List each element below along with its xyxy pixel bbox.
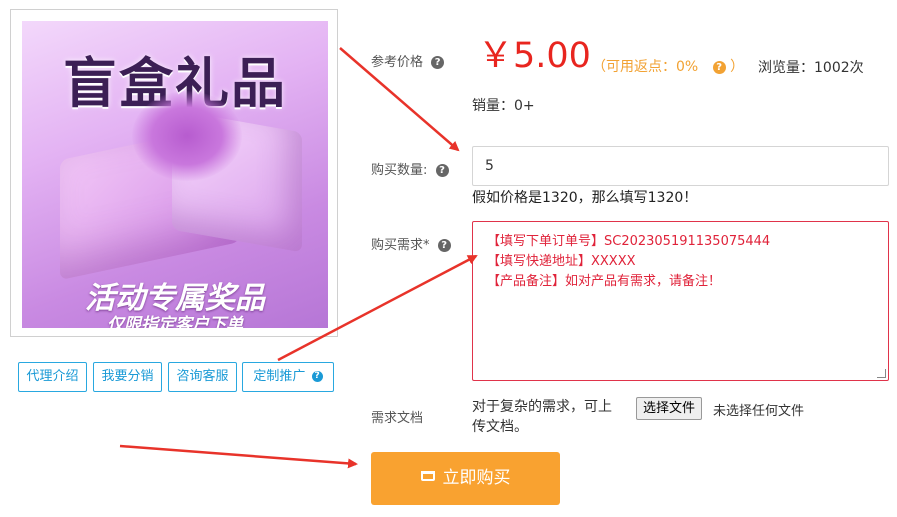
quantity-input[interactable]: 5 (472, 146, 889, 186)
view-count: 浏览量：1002次 (758, 60, 864, 76)
quantity-label: 购买数量: (371, 163, 428, 178)
distribution-button[interactable]: 我要分销 (93, 362, 162, 392)
custom-promotion-button[interactable]: 定制推广 ? (242, 362, 334, 392)
requirement-line-order: 【填写下单订单号】SC202305191135075444 (487, 234, 771, 249)
product-image-frame: 盲盒礼品 活动专属奖品 仅限指定客户下单 (10, 9, 338, 337)
rebate-info: （可用返点：0% ? ） (592, 56, 744, 76)
document-label: 需求文档 (371, 411, 424, 426)
price-help-icon[interactable]: ? (431, 56, 445, 69)
quantity-label-row: 购买数量: ? (371, 159, 449, 178)
question-icon[interactable]: ? (311, 371, 323, 382)
requirement-label-row: 购买需求* ? (371, 234, 451, 253)
agent-intro-label: 代理介绍 (26, 369, 79, 384)
buy-now-label: 立即购买 (442, 468, 511, 488)
price-label-row: 参考价格 ? (371, 51, 445, 70)
custom-promotion-label: 定制推广 (253, 369, 306, 384)
requirement-help-icon[interactable]: ? (437, 239, 451, 252)
quantity-hint: 假如价格是1320，那么填写1320！ (472, 190, 698, 206)
requirement-textarea[interactable]: 【填写下单订单号】SC202305191135075444 【填写快递地址】XX… (472, 221, 889, 381)
cart-icon (420, 471, 435, 481)
customer-service-label: 咨询客服 (176, 369, 229, 384)
product-image: 盲盒礼品 活动专属奖品 仅限指定客户下单 (22, 21, 328, 328)
no-file-text: 未选择任何文件 (713, 404, 805, 419)
rebate-help-icon[interactable]: ? (712, 60, 726, 74)
quantity-help-icon[interactable]: ? (435, 164, 449, 177)
choose-file-button[interactable]: 选择文件 (636, 397, 703, 420)
product-image-caption: 仅限指定客户下单 (107, 315, 243, 328)
sales-count: 销量：0+ (472, 98, 535, 114)
gift-bow-graphic (132, 91, 242, 181)
requirement-line-remark: 【产品备注】如对产品有需求，请备注！ (487, 274, 722, 289)
price-value: ￥5.00 (478, 36, 591, 76)
customer-service-button[interactable]: 咨询客服 (168, 362, 237, 392)
arrow-to-buy-button (119, 444, 358, 469)
buy-now-button[interactable]: 立即购买 (371, 452, 560, 505)
requirement-label: 购买需求* (371, 238, 430, 253)
requirement-line-address: 【填写快递地址】XXXXX (487, 254, 636, 269)
rebate-close: ） (730, 59, 745, 75)
document-description: 对于复杂的需求，可上传文档。 (472, 399, 612, 435)
agent-intro-button[interactable]: 代理介绍 (18, 362, 87, 392)
rebate-text: （可用返点：0% (592, 59, 699, 75)
price-label: 参考价格 (371, 55, 424, 70)
resize-handle[interactable] (877, 369, 886, 378)
distribution-label: 我要分销 (101, 369, 154, 384)
